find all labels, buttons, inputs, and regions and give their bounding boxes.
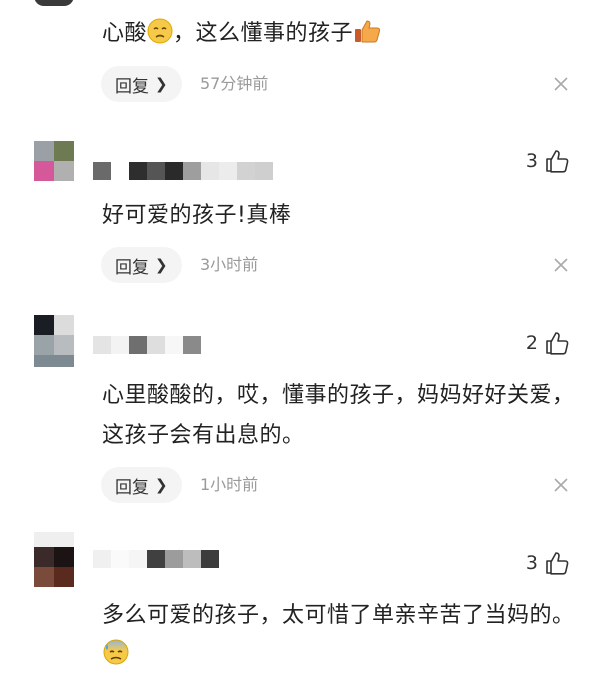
reply-button[interactable]: 回复 ❯: [101, 467, 182, 503]
like-control[interactable]: 2: [526, 330, 570, 356]
comment-text-part: 多么可爱的孩子，太可惜了单亲辛苦了当妈的。: [102, 603, 575, 628]
close-icon[interactable]: [552, 75, 570, 93]
username-blurred[interactable]: [93, 162, 273, 180]
avatar-edge: [34, 532, 74, 547]
comment-time: 3小时前: [200, 255, 259, 274]
thumbs-up-emoji-icon: [353, 18, 381, 58]
like-count: 2: [525, 332, 538, 354]
comment-text: 心里酸酸的，哎，懂事的孩子，妈妈好好关爱，这孩子会有出息的。: [102, 383, 575, 448]
avatar[interactable]: [34, 547, 74, 587]
avatar[interactable]: [34, 141, 74, 181]
like-control[interactable]: 3: [526, 550, 570, 576]
like-count: 3: [525, 150, 538, 172]
chevron-right-icon: ❯: [155, 75, 168, 93]
comment-text-part: 心酸: [102, 21, 148, 46]
comment-text: 心酸 ，这么懂事的孩子: [102, 14, 582, 58]
reply-label: 回复: [115, 477, 149, 498]
avatar[interactable]: [34, 0, 74, 6]
sad-face-emoji-icon: [147, 18, 173, 58]
avatar-edge: [34, 355, 74, 367]
close-icon[interactable]: [552, 256, 570, 274]
comment-text: 多么可爱的孩子，太可惜了单亲辛苦了当妈的。: [102, 596, 582, 680]
reply-label: 回复: [115, 76, 149, 97]
sweat-face-emoji-icon: [102, 638, 130, 680]
chevron-right-icon: ❯: [155, 476, 168, 494]
chevron-right-icon: ❯: [155, 256, 168, 274]
reply-button[interactable]: 回复 ❯: [101, 66, 182, 102]
thumbs-up-icon[interactable]: [544, 550, 570, 576]
username-blurred[interactable]: [93, 336, 201, 354]
username-blurred[interactable]: [93, 550, 219, 568]
avatar[interactable]: [34, 315, 74, 355]
comment-text: 好可爱的孩子!真棒: [102, 203, 292, 228]
reply-button[interactable]: 回复 ❯: [101, 247, 182, 283]
thumbs-up-icon[interactable]: [544, 330, 570, 356]
like-count: 3: [525, 552, 538, 574]
like-control[interactable]: 3: [526, 148, 570, 174]
comment-text-part: ，这么懂事的孩子: [173, 21, 354, 46]
comment-time: 57分钟前: [200, 74, 269, 93]
reply-label: 回复: [115, 257, 149, 278]
close-icon[interactable]: [552, 476, 570, 494]
comment-time: 1小时前: [200, 475, 259, 494]
thumbs-up-icon[interactable]: [544, 148, 570, 174]
